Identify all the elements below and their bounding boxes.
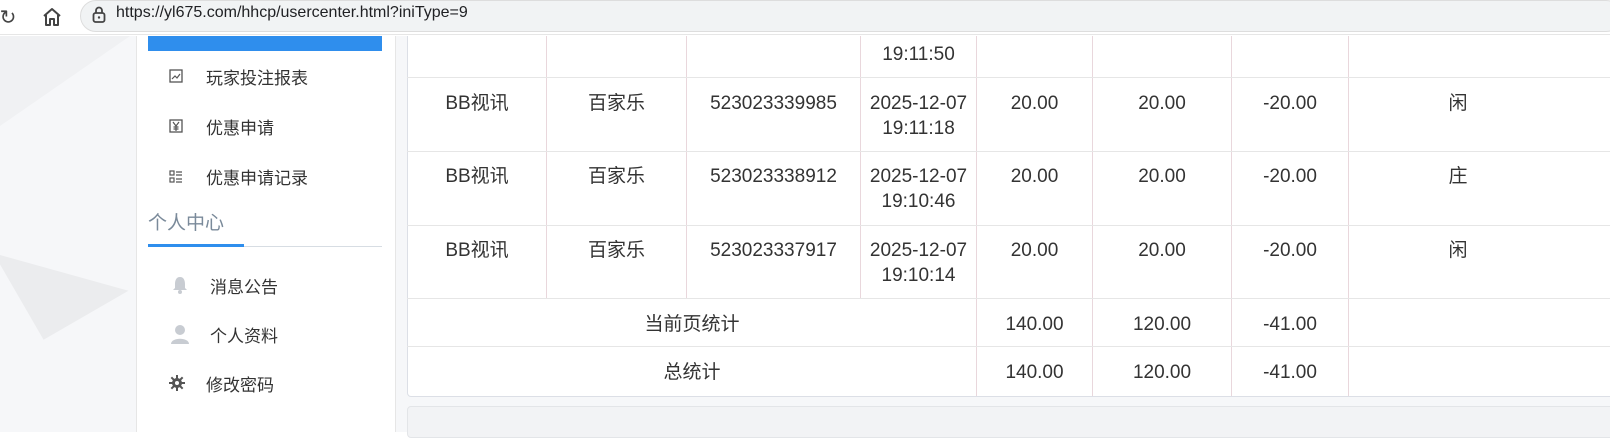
sidebar-item-label: 修改密码	[206, 376, 274, 395]
table-cell-valid-bet: 20.00	[1138, 93, 1186, 114]
table-cell-game: 百家乐	[587, 240, 645, 261]
table-cell-game: 百家乐	[587, 93, 645, 114]
active-menu-item[interactable]	[148, 36, 382, 51]
grand-total-win-loss: -41.00	[1263, 362, 1317, 383]
table-cell-result: 庄	[1448, 166, 1468, 187]
grand-total-valid: 120.00	[1132, 362, 1192, 383]
gear-icon	[168, 374, 186, 392]
user-icon	[170, 324, 190, 344]
table-cell-bet-amount: 20.00	[1010, 166, 1059, 187]
table-cell-time: 19:10:14	[881, 265, 956, 286]
row-divider	[407, 151, 1610, 152]
table-cell-time: 19:11:18	[882, 118, 955, 139]
table-cell-bet-amount: 20.00	[1010, 93, 1059, 114]
sidebar-item-label: 消息公告	[210, 278, 278, 297]
table-cell-date: 2025-12-07	[869, 240, 968, 261]
lock-icon[interactable]	[92, 6, 106, 23]
sidebar-item-label: 优惠申请	[206, 119, 274, 138]
page-total-win-loss: -41.00	[1263, 314, 1317, 335]
column-divider	[1092, 36, 1093, 396]
table-cell-platform: BB视讯	[445, 240, 509, 261]
table-cell-platform: BB视讯	[445, 93, 509, 114]
url-text[interactable]: https://yl675.com/hhcp/usercenter.html?i…	[116, 4, 468, 22]
page-total-bet: 140.00	[1005, 314, 1064, 335]
column-divider	[1231, 36, 1232, 396]
browser-toolbar: ↻ https://yl675.com/hhcp/usercenter.html…	[0, 0, 1610, 35]
table-cell-win-loss: -20.00	[1263, 93, 1317, 114]
table-cell-valid-bet: 20.00	[1138, 240, 1186, 261]
row-divider	[407, 298, 1610, 299]
table-cell-time: 19:11:50	[882, 44, 955, 65]
table-cell-bet-number: 523023339985	[710, 93, 837, 114]
grand-total-label: 总统计	[663, 362, 721, 383]
table-cell-result: 闲	[1448, 93, 1468, 114]
table-cell-platform: BB视讯	[445, 166, 509, 187]
table-cell-time: 19:10:46	[881, 191, 956, 212]
reload-icon[interactable]: ↻	[0, 3, 22, 31]
sidebar-item-label: 玩家投注报表	[206, 69, 308, 88]
sidebar-item-label: 个人资料	[210, 327, 278, 346]
section-accent-bar	[148, 244, 244, 247]
table-cell-valid-bet: 20.00	[1138, 166, 1186, 187]
section-title-personal-center: 个人中心	[148, 213, 225, 234]
row-divider	[407, 225, 1610, 226]
table-cell-bet-amount: 20.00	[1010, 240, 1059, 261]
bottom-panel	[407, 406, 1610, 438]
row-divider	[407, 346, 1610, 347]
column-divider	[976, 36, 977, 396]
table-cell-bet-number: 523023337917	[710, 240, 837, 261]
table-cell-date: 2025-12-07	[869, 166, 968, 187]
page-total-label: 当前页统计	[644, 314, 740, 335]
table-cell-win-loss: -20.00	[1263, 240, 1317, 261]
row-divider	[407, 77, 1610, 78]
home-icon[interactable]	[38, 3, 66, 31]
image-icon	[168, 68, 184, 84]
page-total-valid: 120.00	[1132, 314, 1192, 335]
yen-icon	[168, 118, 184, 134]
table-cell-result: 闲	[1448, 240, 1468, 261]
table-cell-date: 2025-12-07	[869, 93, 968, 114]
sidebar-item-label: 优惠申请记录	[206, 169, 308, 188]
table-cell-bet-number: 523023338912	[710, 166, 837, 187]
table-cell-game: 百家乐	[587, 166, 645, 187]
grand-total-bet: 140.00	[1005, 362, 1064, 383]
list-icon	[168, 168, 184, 184]
table-cell-win-loss: -20.00	[1263, 166, 1317, 187]
bell-icon	[170, 275, 190, 295]
column-divider	[1348, 36, 1349, 396]
